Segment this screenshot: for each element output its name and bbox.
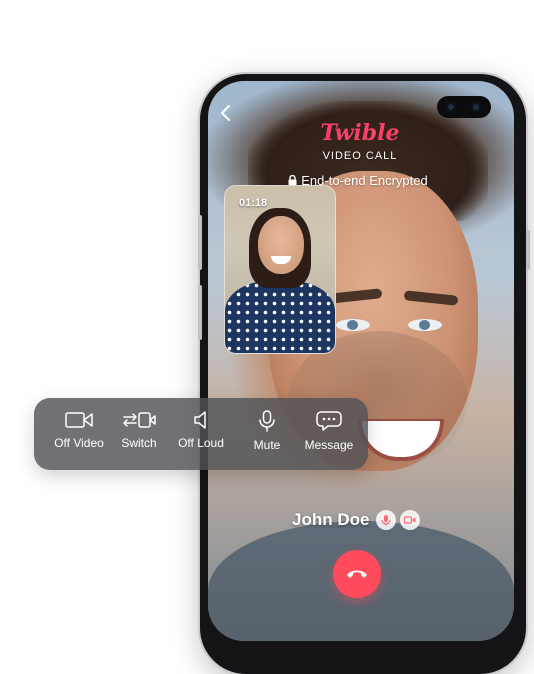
switch-label: Switch xyxy=(121,436,157,450)
mute-label: Mute xyxy=(253,438,281,452)
off-video-label: Off Video xyxy=(54,436,104,450)
call-timer: 01:18 xyxy=(239,197,268,209)
microphone-muted-icon xyxy=(381,515,391,526)
microphone-icon xyxy=(259,410,275,432)
remote-video-status xyxy=(400,510,420,530)
back-button[interactable] xyxy=(218,104,236,122)
end-call-button[interactable] xyxy=(333,550,381,598)
remote-person-eye xyxy=(336,319,370,331)
phone-side-button xyxy=(526,230,530,270)
mute-button[interactable]: Mute xyxy=(234,410,300,452)
caller-name: John Doe xyxy=(292,510,370,529)
camera-lens-icon xyxy=(471,102,481,112)
speaker-button[interactable]: Off Loud xyxy=(168,410,234,450)
camera-lens-icon xyxy=(446,102,456,112)
off-video-button[interactable]: Off Video xyxy=(46,410,112,450)
self-person-face xyxy=(258,216,304,274)
switch-camera-button[interactable]: Switch xyxy=(106,410,172,450)
message-label: Message xyxy=(304,438,354,452)
speaker-icon xyxy=(194,411,206,429)
message-button[interactable]: Message xyxy=(296,410,362,452)
chat-bubble-icon xyxy=(316,411,342,431)
call-controls-bar: Off Video Switch Off Loud Mute Message xyxy=(34,398,368,470)
phone-side-button xyxy=(198,215,202,270)
phone-side-button xyxy=(198,285,202,340)
off-loud-label: Off Loud xyxy=(178,436,224,450)
front-camera-cutout xyxy=(437,96,491,118)
switch-camera-icon xyxy=(123,412,156,428)
video-camera-icon xyxy=(65,412,93,428)
video-camera-icon xyxy=(404,516,416,524)
self-view-video[interactable]: 01:18 xyxy=(224,185,336,354)
remote-mic-status xyxy=(376,510,396,530)
call-title: VIDEO CALL xyxy=(322,150,398,162)
brand-logo: Twible xyxy=(320,120,400,146)
hang-up-phone-icon xyxy=(347,570,367,578)
self-person-shirt xyxy=(225,281,335,353)
chevron-left-icon xyxy=(221,105,230,121)
remote-person-eye xyxy=(408,319,442,331)
